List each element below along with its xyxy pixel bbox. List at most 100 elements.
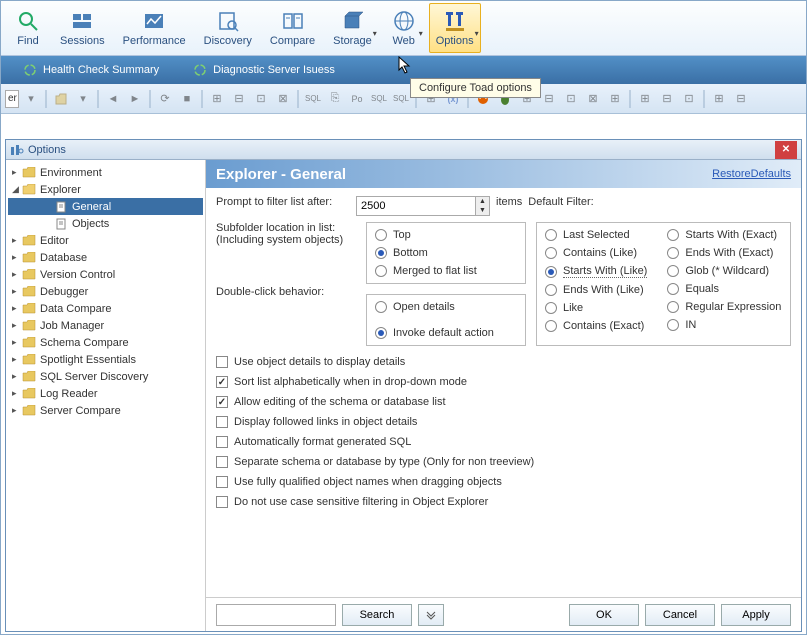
dropdown-icon[interactable]: ▾ bbox=[21, 89, 41, 109]
tree-item-data-compare[interactable]: ▸Data Compare bbox=[8, 300, 203, 317]
search-expand-button[interactable] bbox=[418, 604, 444, 626]
dropdown-arrow-icon: ▾ bbox=[419, 29, 423, 38]
tool-icon[interactable]: ⊞ bbox=[635, 89, 655, 109]
tree-item-sql-server-discovery[interactable]: ▸SQL Server Discovery bbox=[8, 368, 203, 385]
prompt-filter-input[interactable] bbox=[356, 196, 476, 216]
tool-icon[interactable]: ⊡ bbox=[679, 89, 699, 109]
tree-item-explorer[interactable]: ◢Explorer bbox=[8, 181, 203, 198]
tool-icon[interactable]: ⎘ bbox=[325, 89, 345, 109]
ribbon-discovery[interactable]: Discovery bbox=[197, 3, 259, 53]
tool-icon[interactable]: ⊟ bbox=[731, 89, 751, 109]
tree-item-general[interactable]: General bbox=[8, 198, 203, 215]
filter-in[interactable]: IN bbox=[667, 319, 781, 331]
subfolder-bottom[interactable]: Bottom bbox=[375, 247, 517, 259]
find-icon bbox=[16, 9, 40, 33]
ribbon-storage[interactable]: Storage ▾ bbox=[326, 3, 379, 53]
subfolder-merged-to-flat-list[interactable]: Merged to flat list bbox=[375, 265, 517, 277]
close-button[interactable]: ✕ bbox=[775, 141, 797, 159]
filter-like[interactable]: Like bbox=[545, 302, 647, 314]
tool-icon[interactable]: ⊞ bbox=[709, 89, 729, 109]
tree-item-environment[interactable]: ▸Environment bbox=[8, 164, 203, 181]
tab-diagnostic-server[interactable]: Diagnostic Server Isuess bbox=[179, 58, 349, 82]
ribbon-sessions[interactable]: Sessions bbox=[53, 3, 112, 53]
filter-starts-with-like-[interactable]: Starts With (Like) bbox=[545, 265, 647, 278]
search-input[interactable] bbox=[216, 604, 336, 626]
check-use-object-details-to-display-[interactable]: Use object details to display details bbox=[216, 356, 791, 368]
tree-item-database[interactable]: ▸Database bbox=[8, 249, 203, 266]
tree-item-schema-compare[interactable]: ▸Schema Compare bbox=[8, 334, 203, 351]
ribbon-performance[interactable]: Performance bbox=[116, 3, 193, 53]
tree-item-version-control[interactable]: ▸Version Control bbox=[8, 266, 203, 283]
dropdown-icon[interactable]: ▾ bbox=[73, 89, 93, 109]
spin-up-icon[interactable]: ▲ bbox=[476, 197, 489, 206]
tab-health-check[interactable]: Health Check Summary bbox=[9, 58, 173, 82]
ribbon-options[interactable]: Options ▾ bbox=[429, 3, 481, 53]
options-content: Explorer - General RestoreDefaults Promp… bbox=[206, 160, 801, 631]
tool-icon[interactable]: SQL bbox=[369, 89, 389, 109]
tool-back[interactable]: ◄ bbox=[103, 89, 123, 109]
spin-down-icon[interactable]: ▼ bbox=[476, 206, 489, 215]
radio-icon bbox=[667, 265, 679, 277]
tool-icon[interactable]: ⊞ bbox=[605, 89, 625, 109]
check-sort-list-alphabetically-when-[interactable]: Sort list alphabetically when in drop-do… bbox=[216, 376, 791, 388]
tool-icon[interactable]: ⊡ bbox=[251, 89, 271, 109]
check-automatically-format-generated[interactable]: Automatically format generated SQL bbox=[216, 436, 791, 448]
tree-item-editor[interactable]: ▸Editor bbox=[8, 232, 203, 249]
check-do-not-use-case-sensitive-filt[interactable]: Do not use case sensitive filtering in O… bbox=[216, 496, 791, 508]
tool-icon[interactable]: ⊟ bbox=[539, 89, 559, 109]
filter-glob-wildcard-[interactable]: Glob (* Wildcard) bbox=[667, 265, 781, 277]
tool-stop[interactable]: ■ bbox=[177, 89, 197, 109]
tool-icon[interactable]: ⊡ bbox=[561, 89, 581, 109]
folder-icon bbox=[22, 371, 36, 383]
filter-contains-exact-[interactable]: Contains (Exact) bbox=[545, 320, 647, 332]
ribbon-compare[interactable]: Compare bbox=[263, 3, 322, 53]
filter-ends-with-like-[interactable]: Ends With (Like) bbox=[545, 284, 647, 296]
radio-icon bbox=[375, 229, 387, 241]
cancel-button[interactable]: Cancel bbox=[645, 604, 715, 626]
er-field[interactable]: er bbox=[5, 90, 19, 108]
filter-starts-with-exact-[interactable]: Starts With (Exact) bbox=[667, 229, 781, 241]
search-button[interactable]: Search bbox=[342, 604, 412, 626]
tree-item-log-reader[interactable]: ▸Log Reader bbox=[8, 385, 203, 402]
check-display-followed-links-in-obje[interactable]: Display followed links in object details bbox=[216, 416, 791, 428]
gear-icon bbox=[10, 144, 24, 156]
tool-icon[interactable]: Po bbox=[347, 89, 367, 109]
filter-last-selected[interactable]: Last Selected bbox=[545, 229, 647, 241]
restore-defaults-link[interactable]: RestoreDefaults bbox=[712, 168, 791, 180]
tool-icon[interactable]: ⊞ bbox=[207, 89, 227, 109]
apply-button[interactable]: Apply bbox=[721, 604, 791, 626]
radio-icon bbox=[667, 301, 679, 313]
tool-refresh[interactable]: ⟳ bbox=[155, 89, 175, 109]
check-use-fully-qualified-object-nam[interactable]: Use fully qualified object names when dr… bbox=[216, 476, 791, 488]
subfolder-top[interactable]: Top bbox=[375, 229, 517, 241]
ok-button[interactable]: OK bbox=[569, 604, 639, 626]
tool-icon[interactable]: ⊠ bbox=[273, 89, 293, 109]
tool-open[interactable] bbox=[51, 89, 71, 109]
ribbon-web[interactable]: Web ▾ bbox=[383, 3, 425, 53]
check-allow-editing-of-the-schema-or[interactable]: Allow editing of the schema or database … bbox=[216, 396, 791, 408]
options-panel: Options ✕ ▸Environment◢ExplorerGeneralOb… bbox=[5, 139, 802, 632]
filter-regular-expression[interactable]: Regular Expression bbox=[667, 301, 781, 313]
tree-item-server-compare[interactable]: ▸Server Compare bbox=[8, 402, 203, 419]
check-separate-schema-or-database-by[interactable]: Separate schema or database by type (Onl… bbox=[216, 456, 791, 468]
filter-ends-with-exact-[interactable]: Ends With (Exact) bbox=[667, 247, 781, 259]
tree-item-job-manager[interactable]: ▸Job Manager bbox=[8, 317, 203, 334]
folder-icon bbox=[22, 337, 36, 349]
tool-icon[interactable]: ⊟ bbox=[229, 89, 249, 109]
prompt-filter-spinner[interactable]: ▲▼ bbox=[356, 196, 490, 216]
filter-equals[interactable]: Equals bbox=[667, 283, 781, 295]
tool-icon[interactable]: SQL bbox=[303, 89, 323, 109]
tree-item-objects[interactable]: Objects bbox=[8, 215, 203, 232]
dblclick-invoke-default-action[interactable]: Invoke default action bbox=[375, 327, 517, 339]
tree-item-debugger[interactable]: ▸Debugger bbox=[8, 283, 203, 300]
tool-icon[interactable]: SQL bbox=[391, 89, 411, 109]
checkbox-icon bbox=[216, 476, 228, 488]
tool-forward[interactable]: ► bbox=[125, 89, 145, 109]
radio-icon bbox=[667, 319, 679, 331]
tool-icon[interactable]: ⊟ bbox=[657, 89, 677, 109]
tool-icon[interactable]: ⊠ bbox=[583, 89, 603, 109]
ribbon-find[interactable]: Find bbox=[7, 3, 49, 53]
tree-item-spotlight-essentials[interactable]: ▸Spotlight Essentials bbox=[8, 351, 203, 368]
filter-contains-like-[interactable]: Contains (Like) bbox=[545, 247, 647, 259]
dblclick-open-details[interactable]: Open details bbox=[375, 301, 517, 313]
